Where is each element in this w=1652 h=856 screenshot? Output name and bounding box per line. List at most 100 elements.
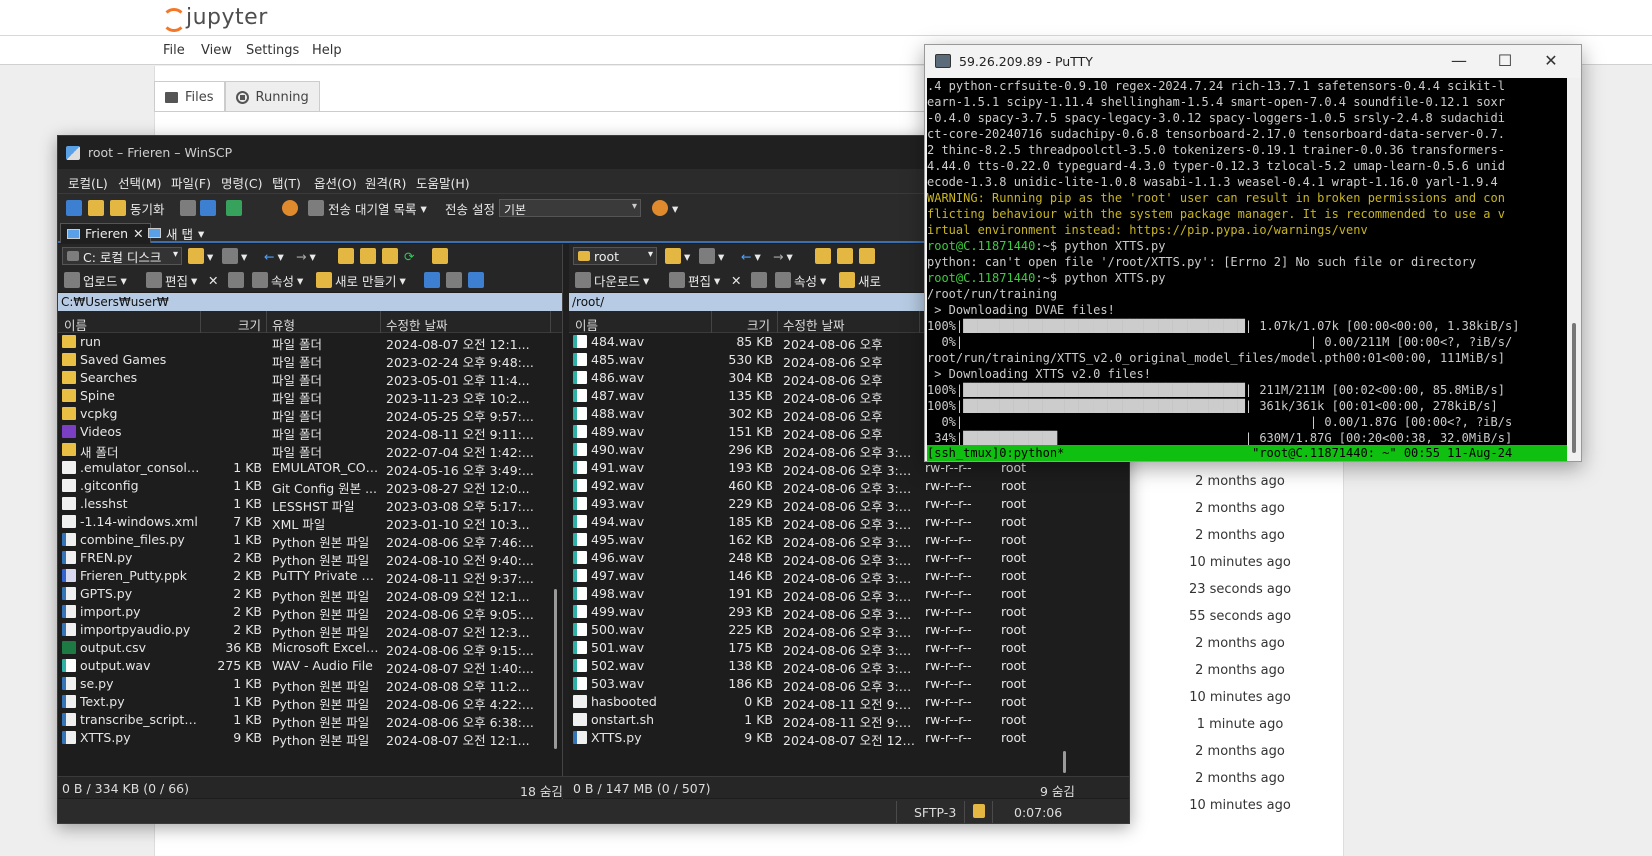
bookmarks-button[interactable]: [432, 247, 448, 265]
col-size[interactable]: 크기: [238, 315, 261, 334]
remote-file-row[interactable]: 501.wav 175 KB 2024-08-06 오후 3:58:... rw-r-…: [569, 639, 1129, 658]
local-file-row[interactable]: Frieren_Putty.ppk 2 KB PuTTY Private Key..…: [58, 567, 562, 586]
remote-file-row[interactable]: 499.wav 293 KB 2024-08-06 오후 3:58:... rw-r-…: [569, 603, 1129, 622]
parent-dir-button[interactable]: [338, 247, 354, 265]
menu-remote[interactable]: 원격(R): [365, 173, 406, 192]
open-dir-button[interactable]: ▾: [188, 247, 213, 265]
local-file-row[interactable]: importpyaudio.py 2 KB Python 원본 파일 2024-08-…: [58, 621, 562, 640]
back-button[interactable]: ← ▾: [264, 247, 284, 265]
menu-settings[interactable]: Settings: [246, 43, 299, 58]
terminal-screen[interactable]: .4 python-crfsuite-0.9.10 regex-2024.7.2…: [927, 78, 1567, 461]
deselect-button[interactable]: [446, 271, 462, 289]
console-button[interactable]: [180, 199, 196, 217]
local-file-row[interactable]: .emulator_console_au... 1 KB EMULATOR_CON.…: [58, 459, 562, 478]
local-file-row[interactable]: output.wav 275 KB WAV - Audio File 2024-08-…: [58, 657, 562, 676]
sync-button[interactable]: 동기화: [110, 199, 165, 217]
remote-file-row[interactable]: 495.wav 162 KB 2024-08-06 오후 3:57:... rw-r-…: [569, 531, 1129, 550]
col-name[interactable]: 이름: [575, 315, 598, 334]
filter-select-button[interactable]: [468, 271, 484, 289]
local-file-row[interactable]: -1.14-windows.xml 7 KB XML 파일 2023-01-10 오전…: [58, 513, 562, 532]
remote-file-row[interactable]: onstart.sh 1 KB 2024-08-11 오전 9:45:... rw-r…: [569, 711, 1129, 730]
local-file-row[interactable]: vcpkg 파일 폴더 2024-05-25 오후 9:57:...: [58, 405, 562, 424]
session-tab-frieren[interactable]: Frieren ✕: [60, 223, 151, 243]
forward-button[interactable]: → ▾: [773, 247, 793, 265]
root-dir-button[interactable]: [360, 247, 376, 265]
refresh-button[interactable]: ⟳: [404, 247, 414, 265]
local-file-row[interactable]: XTTS.py 9 KB Python 원본 파일 2024-08-07 오전 12:…: [58, 729, 562, 748]
sync-browse-button[interactable]: [88, 199, 104, 217]
home-button[interactable]: [859, 247, 875, 265]
remote-dir-select[interactable]: root: [573, 247, 657, 265]
menu-command[interactable]: 명령(C): [221, 173, 262, 192]
new-button[interactable]: 새로 만들기 ▾: [316, 271, 406, 289]
rename-button[interactable]: [228, 271, 244, 289]
jupyter-logo[interactable]: jupyter: [160, 0, 268, 34]
menu-file[interactable]: File: [163, 43, 185, 58]
col-size[interactable]: 크기: [747, 315, 770, 334]
menu-local[interactable]: 로컬(L): [68, 173, 108, 192]
lock-icon[interactable]: [973, 804, 985, 818]
transfer-options-button[interactable]: ▾: [652, 199, 678, 217]
putty-titlebar[interactable]: 59.26.209.89 - PuTTY: [925, 45, 1581, 77]
local-file-row[interactable]: Saved Games 파일 폴더 2023-02-24 오후 9:48:...: [58, 351, 562, 370]
upload-button[interactable]: 업로드 ▾: [64, 271, 127, 289]
compare-dirs-button[interactable]: [66, 199, 82, 217]
remote-file-row[interactable]: 503.wav 186 KB 2024-08-06 오후 3:59:... rw-r-…: [569, 675, 1129, 694]
back-button[interactable]: ← ▾: [741, 247, 761, 265]
filter-button[interactable]: ▾: [699, 247, 724, 265]
col-name[interactable]: 이름: [64, 315, 87, 334]
download-button[interactable]: 다운로드 ▾: [575, 271, 649, 289]
edit-button[interactable]: 편집 ▾: [669, 271, 720, 289]
remote-file-row[interactable]: 497.wav 146 KB 2024-08-06 오후 3:57:... rw-r-…: [569, 567, 1129, 586]
local-file-row[interactable]: Videos 파일 폴더 2024-08-11 오전 9:11:...: [58, 423, 562, 442]
local-file-row[interactable]: se.py 1 KB Python 원본 파일 2024-08-08 오후 11:2.…: [58, 675, 562, 694]
home-button[interactable]: [382, 247, 398, 265]
local-file-row[interactable]: GPTS.py 2 KB Python 원본 파일 2024-08-09 오전 12:…: [58, 585, 562, 604]
local-file-row[interactable]: .lesshst 1 KB LESSHST 파일 2023-03-08 오후 5:17…: [58, 495, 562, 514]
new-button[interactable]: 새로: [839, 271, 881, 289]
menu-select[interactable]: 선택(M): [118, 173, 162, 192]
col-modified[interactable]: 수정한 날짜: [386, 315, 447, 334]
remote-file-row[interactable]: 493.wav 229 KB 2024-08-06 오후 3:56:... rw-r-…: [569, 495, 1129, 514]
menu-view[interactable]: View: [201, 43, 232, 58]
tab-files[interactable]: Files: [154, 81, 225, 112]
menu-file[interactable]: 파일(F): [171, 173, 211, 192]
menu-options[interactable]: 옵션(O): [314, 173, 357, 192]
local-file-row[interactable]: .gitconfig 1 KB Git Config 원본 ... 2023-08-2…: [58, 477, 562, 496]
delete-button[interactable]: ✕: [208, 271, 218, 289]
root-dir-button[interactable]: [837, 247, 853, 265]
menu-help[interactable]: Help: [312, 43, 342, 58]
local-drive-select[interactable]: C: 로컬 디스크: [62, 247, 182, 265]
open-dir-button[interactable]: ▾: [665, 247, 690, 265]
remote-file-row[interactable]: 492.wav 460 KB 2024-08-06 오후 3:56:... rw-r-…: [569, 477, 1129, 496]
local-file-row[interactable]: import.py 2 KB Python 원본 파일 2024-08-06 오후 9…: [58, 603, 562, 622]
refresh-screen-button[interactable]: [226, 199, 242, 217]
local-file-row[interactable]: output.csv 36 KB Microsoft Excel ... 2024-0…: [58, 639, 562, 658]
properties-button[interactable]: 속성 ▾: [775, 271, 826, 289]
forward-button[interactable]: → ▾: [296, 247, 316, 265]
local-file-row[interactable]: Text.py 1 KB Python 원본 파일 2024-08-06 오후 4:2…: [58, 693, 562, 712]
remote-file-row[interactable]: 496.wav 248 KB 2024-08-06 오후 3:57:... rw-r-…: [569, 549, 1129, 568]
tab-running[interactable]: Running: [224, 81, 320, 112]
remote-file-row[interactable]: 500.wav 225 KB 2024-08-06 오후 3:58:... rw-r-…: [569, 621, 1129, 640]
maximize-button[interactable]: ☐: [1495, 51, 1515, 71]
transfer-preset-select[interactable]: 기본: [499, 199, 641, 217]
remote-file-row[interactable]: 494.wav 185 KB 2024-08-06 오후 3:56:... rw-r-…: [569, 513, 1129, 532]
delete-button[interactable]: ✕: [731, 271, 741, 289]
remote-file-row[interactable]: hasbooted 0 KB 2024-08-11 오전 9:45:... rw-r-…: [569, 693, 1129, 712]
local-file-row[interactable]: Searches 파일 폴더 2023-05-01 오후 11:4...: [58, 369, 562, 388]
properties-button[interactable]: 속성 ▾: [252, 271, 303, 289]
rename-button[interactable]: [751, 271, 767, 289]
local-file-row[interactable]: transcribe_script.py 1 KB Python 원본 파일 2024…: [58, 711, 562, 730]
local-file-row[interactable]: run 파일 폴더 2024-08-07 오전 12:1...: [58, 333, 562, 352]
terminal-scrollbar[interactable]: [1567, 78, 1581, 461]
local-scrollbar[interactable]: [552, 333, 560, 793]
col-type[interactable]: 유형: [272, 315, 295, 334]
session-tab-new[interactable]: 새 탭 ▾: [142, 223, 210, 243]
local-file-row[interactable]: Spine 파일 폴더 2023-11-23 오후 10:2...: [58, 387, 562, 406]
remote-file-row[interactable]: 502.wav 138 KB 2024-08-06 오후 3:59:... rw-r-…: [569, 657, 1129, 676]
local-path-bar[interactable]: C:₩Users₩user₩: [58, 293, 562, 311]
edit-button[interactable]: 편집 ▾: [146, 271, 197, 289]
menu-tab[interactable]: 탭(T): [272, 173, 301, 192]
remote-file-row[interactable]: 498.wav 191 KB 2024-08-06 오후 3:57:... rw-r-…: [569, 585, 1129, 604]
